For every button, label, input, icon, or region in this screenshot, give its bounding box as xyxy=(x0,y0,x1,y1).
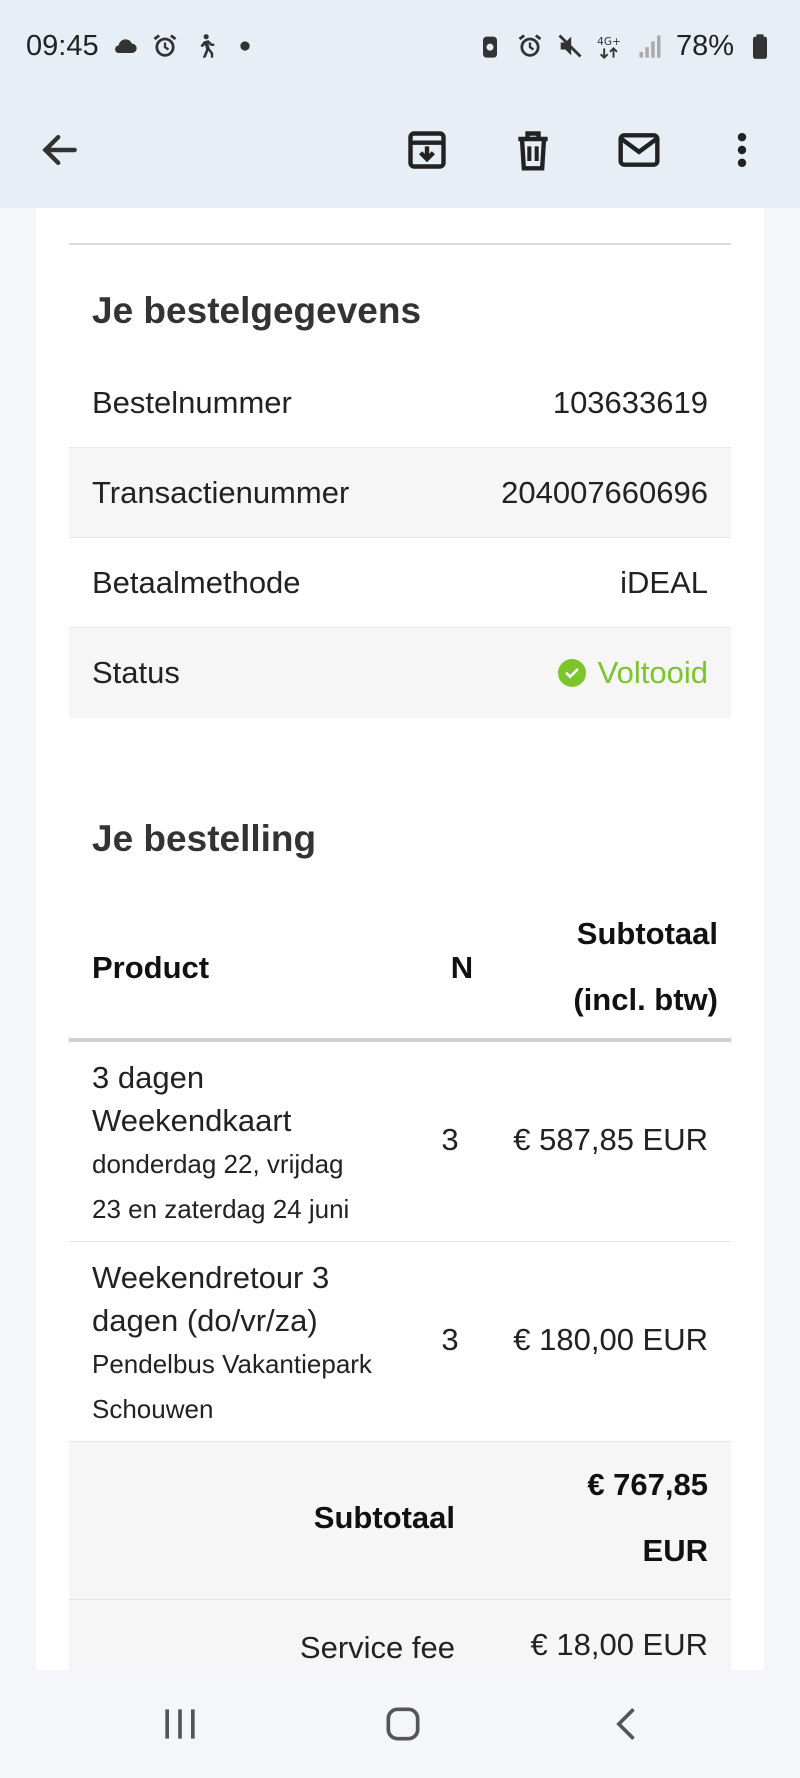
product-description: Pendelbus Vakantiepark Schouwen xyxy=(92,1342,412,1432)
archive-icon xyxy=(408,131,446,169)
header-product: Product xyxy=(92,950,210,985)
svg-text:4G+: 4G+ xyxy=(597,36,621,48)
subtotal-currency: EUR xyxy=(642,1533,708,1568)
envelope-icon xyxy=(618,133,660,167)
trash-icon xyxy=(518,131,548,171)
detail-row-payment-method: Betaalmethode iDEAL xyxy=(69,538,731,628)
subtotal-label: Subtotaal xyxy=(313,1500,455,1535)
service-fee-row: Service fee € 18,00 EUR xyxy=(69,1600,731,1670)
product-description-line: donderdag 22, vrijdag xyxy=(92,1149,344,1179)
recent-apps-icon xyxy=(165,1709,195,1739)
product-price: € 180,00 EUR xyxy=(513,1322,708,1357)
alarm-icon xyxy=(151,32,179,60)
mark-unread-button[interactable] xyxy=(603,114,675,186)
battery-percent: 78% xyxy=(675,29,734,62)
detail-value: 204007660696 xyxy=(501,474,708,510)
check-circle-icon xyxy=(557,659,586,687)
product-quantity: 3 xyxy=(441,1122,459,1157)
arrow-left-icon xyxy=(42,134,77,166)
back-button[interactable] xyxy=(24,114,96,186)
app-bar xyxy=(0,92,800,208)
product-description-line: Pendelbus Vakantiepark xyxy=(92,1349,372,1379)
product-name-line: 3 dagen xyxy=(92,1060,205,1095)
subtotal-value: € 767,85 xyxy=(587,1467,708,1502)
divider xyxy=(69,243,731,245)
email-body[interactable]: Je bestelgegevens Bestelnummer 103633619… xyxy=(0,208,800,1670)
detail-value: 103633619 xyxy=(552,384,708,420)
product-description-line: Schouwen xyxy=(92,1394,214,1424)
order-item-row: 3 dagen Weekendkaart donderdag 22, vrijd… xyxy=(69,1042,731,1242)
product-name: 3 dagen Weekendkaart xyxy=(92,1056,412,1142)
product-name-line: Weekendkaart xyxy=(92,1103,292,1138)
product-description: donderdag 22, vrijdag 23 en zaterdag 24 … xyxy=(92,1142,412,1232)
product-description-line: 23 en zaterdag 24 juni xyxy=(92,1194,350,1224)
header-subtotal-note: (incl. btw) xyxy=(573,982,718,1017)
cloud-icon xyxy=(111,32,139,60)
detail-label: Bestelnummer xyxy=(92,384,292,420)
status-bar-right: 4G+ 78% xyxy=(476,30,774,63)
service-fee-label: Service fee xyxy=(299,1630,455,1665)
header-subtotal: Subtotaal xyxy=(576,916,718,951)
archive-button[interactable] xyxy=(391,114,463,186)
detail-label: Status xyxy=(92,655,180,690)
detail-label: Transactienummer xyxy=(92,474,350,510)
order-item-row: Weekendretour 3 dagen (do/vr/za) Pendelb… xyxy=(69,1242,731,1442)
home-button[interactable] xyxy=(363,1694,443,1754)
status-bar-left: 09:45 xyxy=(26,30,259,63)
detail-row-status: Status Voltooid xyxy=(69,628,731,718)
home-icon xyxy=(386,1707,420,1741)
more-options-button[interactable] xyxy=(706,114,778,186)
product-name: Weekendretour 3 dagen (do/vr/za) xyxy=(92,1256,412,1342)
delete-button[interactable] xyxy=(497,114,569,186)
clock: 09:45 xyxy=(26,29,99,62)
system-navigation-bar xyxy=(0,1670,800,1778)
recent-apps-button[interactable] xyxy=(140,1694,220,1754)
status-text: Voltooid xyxy=(597,655,708,690)
detail-value: iDEAL xyxy=(620,564,708,600)
order-details-title: Je bestelgegevens xyxy=(92,290,422,331)
network-4g-icon: 4G+ xyxy=(596,32,624,60)
product-quantity: 3 xyxy=(441,1322,459,1357)
detail-label: Betaalmethode xyxy=(92,564,301,600)
chevron-left-icon xyxy=(616,1708,635,1740)
battery-saver-icon xyxy=(476,32,504,60)
dots-vertical-icon xyxy=(737,132,747,168)
order-title: Je bestelling xyxy=(92,818,317,859)
alarm-icon xyxy=(516,32,544,60)
status-value: Voltooid xyxy=(557,655,708,691)
mute-icon xyxy=(556,32,584,60)
product-name-line: dagen (do/vr/za) xyxy=(92,1303,318,1338)
signal-icon xyxy=(636,32,664,60)
email-card: Je bestelgegevens Bestelnummer 103633619… xyxy=(36,208,764,1670)
detail-row-transaction-number: Transactienummer 204007660696 xyxy=(69,448,731,538)
product-price: € 587,85 EUR xyxy=(513,1122,708,1157)
system-back-button[interactable] xyxy=(588,1694,668,1754)
walking-icon xyxy=(191,32,219,60)
battery-icon xyxy=(746,32,774,60)
notification-dot-icon xyxy=(231,32,259,60)
header-quantity: N xyxy=(450,950,474,985)
status-bar: 09:45 4G+ 78% xyxy=(0,0,800,92)
service-fee-value: € 18,00 EUR xyxy=(530,1627,709,1662)
detail-row-order-number: Bestelnummer 103633619 xyxy=(69,358,731,448)
subtotal-row: Subtotaal € 767,85 EUR xyxy=(69,1442,731,1600)
product-name-line: Weekendretour 3 xyxy=(92,1260,330,1295)
